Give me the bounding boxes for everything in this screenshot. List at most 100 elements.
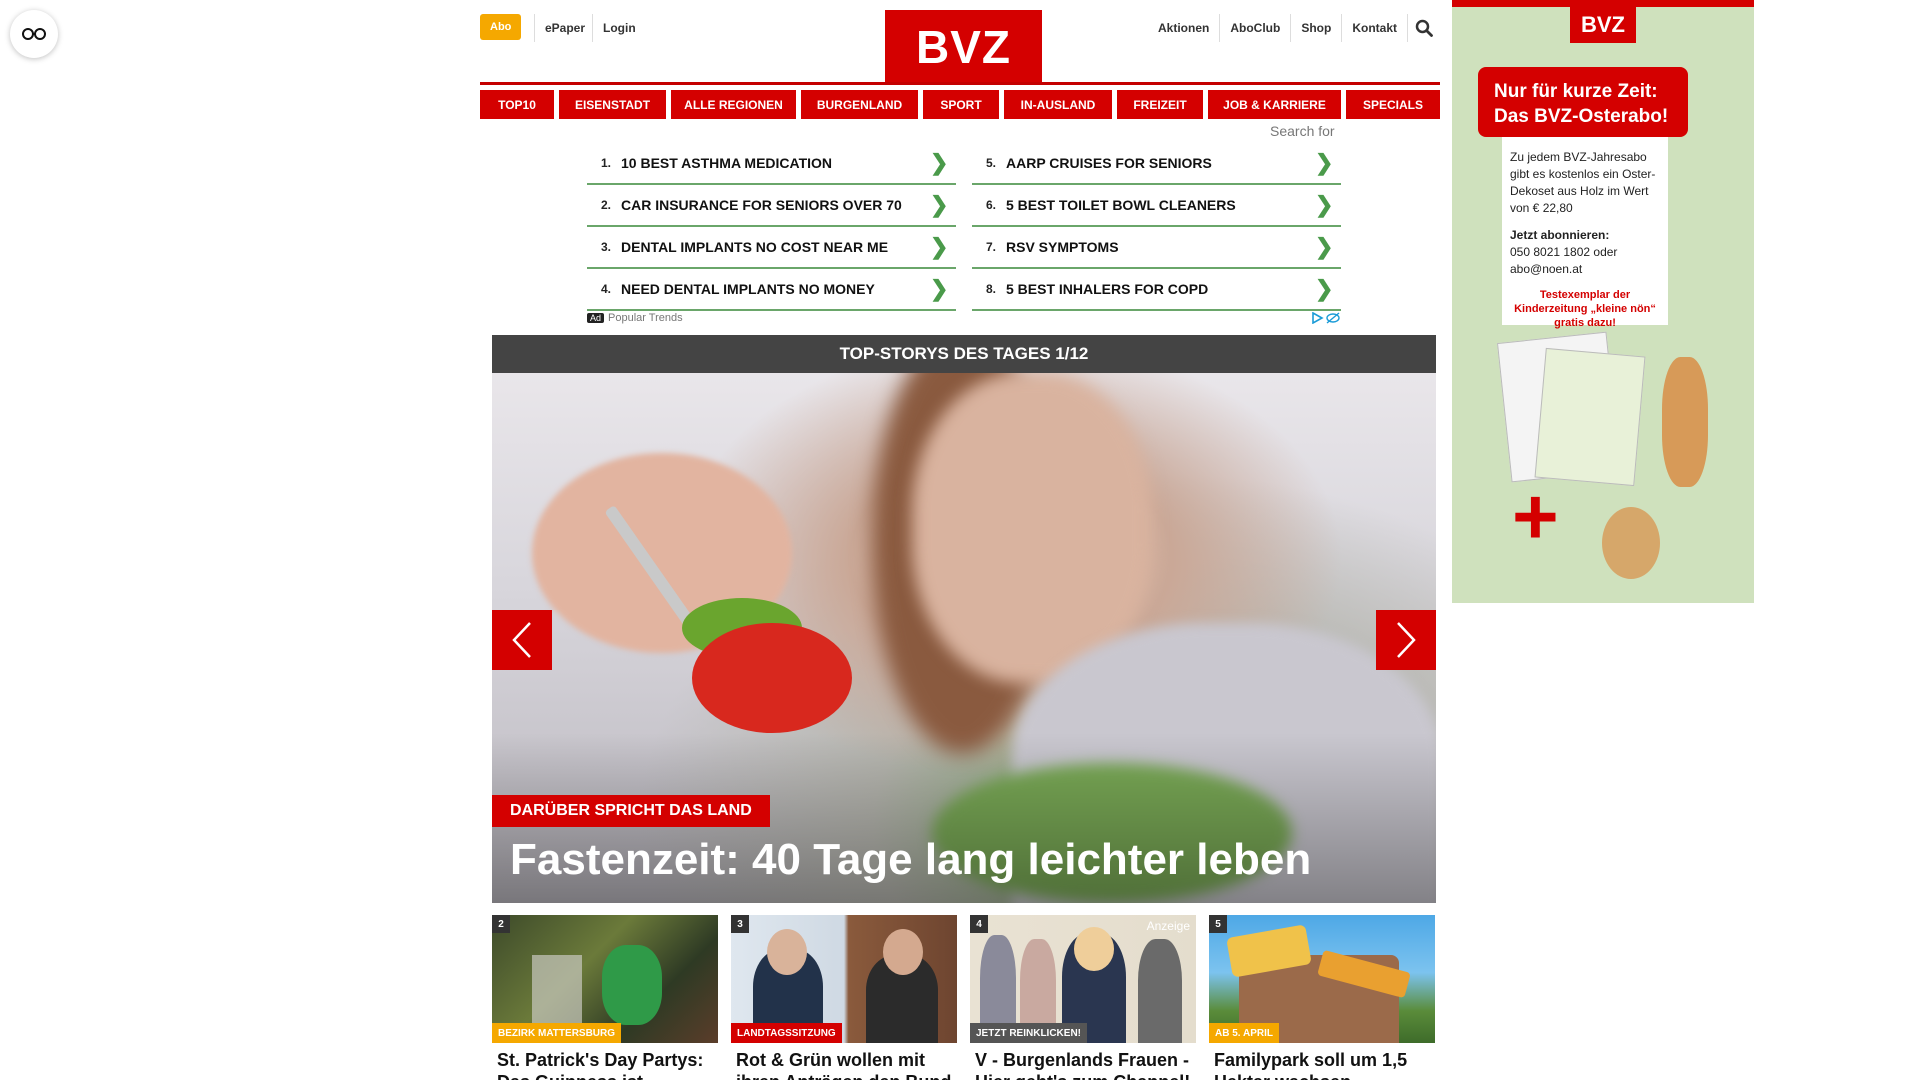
teaser-image: 4 Anzeige JETZT REINKLICKEN!	[970, 915, 1196, 1043]
ad-item-label: DENTAL IMPLANTS NO COST NEAR ME	[621, 239, 889, 255]
teaser-title: Rot & Grün wollen mit ihren Anträgen den…	[731, 1049, 957, 1080]
teaser-image-hat	[602, 945, 662, 1025]
site-header: Abo ePaper Login BVZ Aktionen AboClub Sh…	[480, 10, 1440, 84]
hero-slide[interactable]: DARÜBER SPRICHT DAS LAND Fastenzeit: 40 …	[492, 373, 1436, 903]
teaser-image-face	[1074, 927, 1114, 971]
teaser-image-face-left	[767, 929, 807, 975]
ad-item-label: 10 BEST ASTHMA MEDICATION	[621, 155, 833, 171]
ad-search-item[interactable]: 1. 10 BEST ASTHMA MEDICATION ❯	[587, 143, 956, 185]
teaser-image-taps	[532, 955, 582, 1025]
chevron-right-icon: ❯	[930, 192, 949, 217]
teaser-title-line: Hektar wachsen	[1214, 1071, 1435, 1080]
adchoices-icon[interactable]	[1311, 312, 1341, 324]
ad-item-label: RSV SYMPTOMS	[1006, 239, 1119, 255]
accessibility-button[interactable]	[10, 10, 58, 58]
accessibility-glasses-icon	[22, 28, 46, 40]
slider-prev-button[interactable]	[492, 610, 552, 670]
hero-image-face	[912, 373, 1152, 683]
teaser-image: 3 LANDTAGSSITZUNG	[731, 915, 957, 1043]
teaser-title-line: V - Burgenlands Frauen -	[975, 1050, 1190, 1070]
ad-item-label: AARP CRUISES FOR SENIORS	[1006, 155, 1212, 171]
login-link[interactable]: Login	[592, 14, 646, 42]
teaser-title-line: St. Patrick's Day Partys:	[497, 1050, 704, 1070]
slider-next-button[interactable]	[1376, 610, 1436, 670]
ad-footer: Ad Popular Trends	[587, 310, 1341, 326]
ad-search-item[interactable]: 5. AARP CRUISES FOR SENIORS ❯	[972, 143, 1341, 185]
abo-button[interactable]: Abo	[480, 14, 522, 40]
teaser-card[interactable]: 5 AB 5. APRIL Familypark soll um 1,5 Hek…	[1209, 915, 1435, 1080]
nav-item-specials[interactable]: SPECIALS	[1346, 90, 1440, 119]
nav-item-eisenstadt[interactable]: EISENSTADT	[559, 90, 666, 119]
teaser-tag: JETZT REINKLICKEN!	[970, 1023, 1087, 1043]
nav-item-in-ausland[interactable]: IN-AUSLAND	[1004, 90, 1112, 119]
search-for-label: Search for	[1270, 123, 1335, 139]
hero-headline[interactable]: Fastenzeit: 40 Tage lang leichter leben	[510, 835, 1311, 885]
ad-item-number: 2.	[600, 198, 611, 212]
side-ad-headline: Nur für kurze Zeit: Das BVZ-Osterabo!	[1478, 67, 1688, 137]
side-ad-egg-decoration	[1602, 507, 1660, 579]
teaser-title-line: Das Guinness ist	[497, 1071, 718, 1080]
epaper-link[interactable]: ePaper	[534, 14, 595, 42]
teaser-title: Familypark soll um 1,5 Hektar wachsen	[1209, 1049, 1435, 1080]
chevron-right-icon: ❯	[930, 234, 949, 259]
arrow-right-icon	[1397, 622, 1416, 658]
nav-item-top10[interactable]: TOP10	[480, 90, 554, 119]
teaser-tag: AB 5. APRIL	[1209, 1023, 1279, 1043]
side-ad-body: Zu jedem BVZ-Jahresabo gibt es kostenlos…	[1510, 150, 1656, 215]
side-ad-plus-sign: +	[1512, 472, 1559, 561]
teaser-rank: 5	[1209, 915, 1227, 933]
nav-item-sport[interactable]: SPORT	[923, 90, 999, 119]
header-right-links: Aktionen AboClub Shop Kontakt	[1148, 14, 1440, 42]
page: Abo ePaper Login BVZ Aktionen AboClub Sh…	[0, 0, 1920, 1080]
side-ad-offer-card: Zu jedem BVZ-Jahresabo gibt es kostenlos…	[1502, 137, 1668, 329]
ad-badge: Ad	[587, 313, 605, 323]
ad-search-item[interactable]: 4. NEED DENTAL IMPLANTS NO MONEY ❯	[587, 269, 956, 311]
ad-item-number: 1.	[600, 156, 611, 170]
bvz-logo[interactable]: BVZ	[885, 10, 1042, 84]
teaser-title-line: ihren Anträgen den Bund	[736, 1071, 957, 1080]
header-divider	[480, 82, 1440, 85]
ad-item-label: 5 BEST INHALERS FOR COPD	[1006, 281, 1209, 297]
nav-item-alle-regionen[interactable]: ALLE REGIONEN	[671, 90, 796, 119]
nav-item-freizeit[interactable]: FREIZEIT	[1117, 90, 1203, 119]
side-ad-cta: Jetzt abonnieren:	[1510, 228, 1610, 242]
ad-search-item[interactable]: 3. DENTAL IMPLANTS NO COST NEAR ME ❯	[587, 227, 956, 269]
ad-search-item[interactable]: 7. RSV SYMPTOMS ❯	[972, 227, 1341, 269]
chevron-right-icon: ❯	[1315, 192, 1334, 217]
teaser-image: 5 AB 5. APRIL	[1209, 915, 1435, 1043]
teaser-image: 2 BEZIRK MATTERSBURG	[492, 915, 718, 1043]
chevron-right-icon: ❯	[930, 150, 949, 175]
teaser-title-line: Familypark soll um 1,5	[1214, 1050, 1408, 1070]
teaser-tag: BEZIRK MATTERSBURG	[492, 1023, 622, 1043]
shop-link[interactable]: Shop	[1291, 14, 1343, 42]
chevron-right-icon: ❯	[1315, 276, 1334, 301]
teaser-title: St. Patrick's Day Partys: Das Guinness i…	[492, 1049, 718, 1080]
side-advertisement[interactable]: BVZ Nur für kurze Zeit: Das BVZ-Osterabo…	[1452, 0, 1754, 603]
ad-item-number: 3.	[600, 240, 611, 254]
nav-item-job-karriere[interactable]: JOB & KARRIERE	[1208, 90, 1341, 119]
kontakt-link[interactable]: Kontakt	[1342, 14, 1408, 42]
nav-item-burgenland[interactable]: BURGENLAND	[801, 90, 918, 119]
side-ad-note: Testexemplar der Kinderzeitung „kleine n…	[1514, 289, 1656, 329]
aktionen-link[interactable]: Aktionen	[1148, 14, 1221, 42]
side-ad-logo: BVZ	[1570, 7, 1636, 43]
teaser-card[interactable]: 4 Anzeige JETZT REINKLICKEN! V - Burgenl…	[970, 915, 1196, 1080]
ad-search-item[interactable]: 6. 5 BEST TOILET BOWL CLEANERS ❯	[972, 185, 1341, 227]
ad-search-item[interactable]: 2. CAR INSURANCE FOR SENIORS OVER 70 ❯	[587, 185, 956, 227]
ad-item-number: 4.	[600, 282, 611, 296]
ad-item-number: 6.	[985, 198, 996, 212]
chevron-right-icon: ❯	[930, 276, 949, 301]
teaser-rank: 2	[492, 915, 510, 933]
side-ad-kids-magazine	[1534, 347, 1646, 487]
main-nav: TOP10 EISENSTADT ALLE REGIONEN BURGENLAN…	[480, 90, 1440, 119]
aboclub-link[interactable]: AboClub	[1220, 14, 1292, 42]
teaser-card[interactable]: 3 LANDTAGSSITZUNG Rot & Grün wollen mit …	[731, 915, 957, 1080]
arrow-left-icon	[512, 622, 531, 658]
teaser-image-face-right	[883, 929, 923, 975]
search-button[interactable]	[1408, 14, 1440, 42]
ad-search-item[interactable]: 8. 5 BEST INHALERS FOR COPD ❯	[972, 269, 1341, 311]
chevron-right-icon: ❯	[1315, 150, 1334, 175]
hero-image-tomato	[692, 623, 852, 733]
popular-trends-label: Popular Trends	[608, 312, 683, 324]
teaser-card[interactable]: 2 BEZIRK MATTERSBURG St. Patrick's Day P…	[492, 915, 718, 1080]
